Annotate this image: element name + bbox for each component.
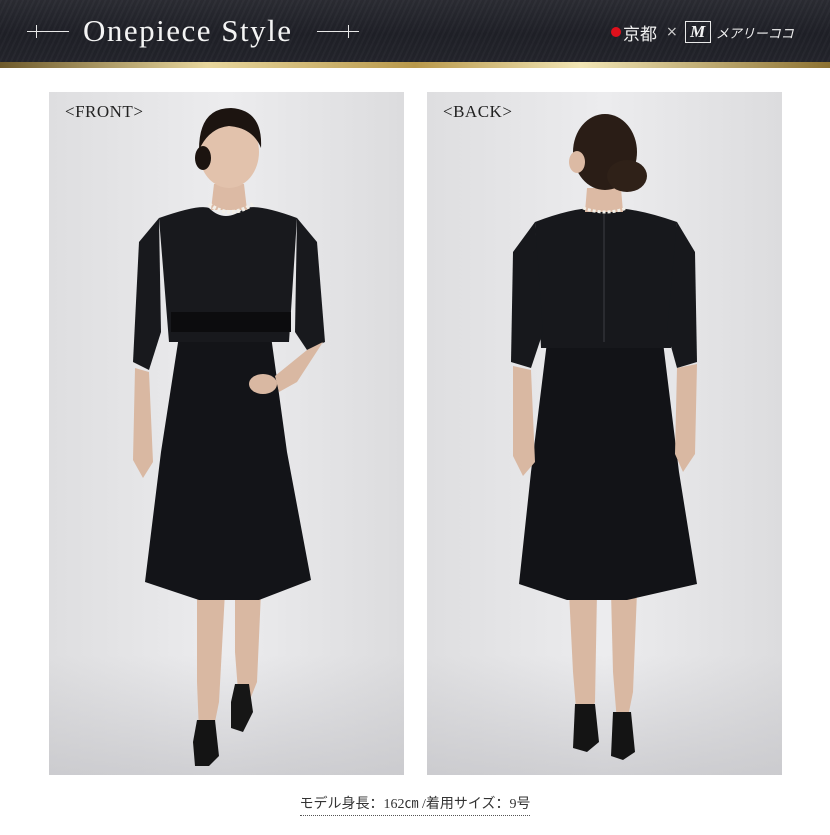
- brand-kyoto: 京都: [623, 24, 657, 44]
- page-title: Onepiece Style: [83, 13, 293, 48]
- front-photo: <FRONT>: [49, 92, 404, 775]
- back-model-illustration: [511, 114, 697, 760]
- red-dot-icon: [611, 27, 621, 37]
- front-model-illustration: [133, 108, 325, 766]
- brand-times: ×: [666, 24, 678, 40]
- title-ornament-left: [27, 25, 69, 38]
- back-label: <BACK>: [443, 102, 513, 121]
- brand-logo: 京都 × M メアリーココ: [611, 20, 794, 44]
- m-logo-icon: M: [684, 21, 711, 43]
- gold-divider: [0, 62, 830, 68]
- back-photo: <BACK>: [427, 92, 782, 775]
- caption-text: モデル身長：162㎝ /着用サイズ：9号: [299, 797, 531, 816]
- header-banner: Onepiece Style 京都 × M メアリーココ: [0, 0, 830, 62]
- front-label: <FRONT>: [65, 102, 144, 121]
- brand-name: メアリーココ: [715, 26, 794, 42]
- model-size-caption: モデル身長：162㎝ /着用サイズ：9号: [0, 793, 830, 816]
- title-ornament-right: [317, 25, 359, 38]
